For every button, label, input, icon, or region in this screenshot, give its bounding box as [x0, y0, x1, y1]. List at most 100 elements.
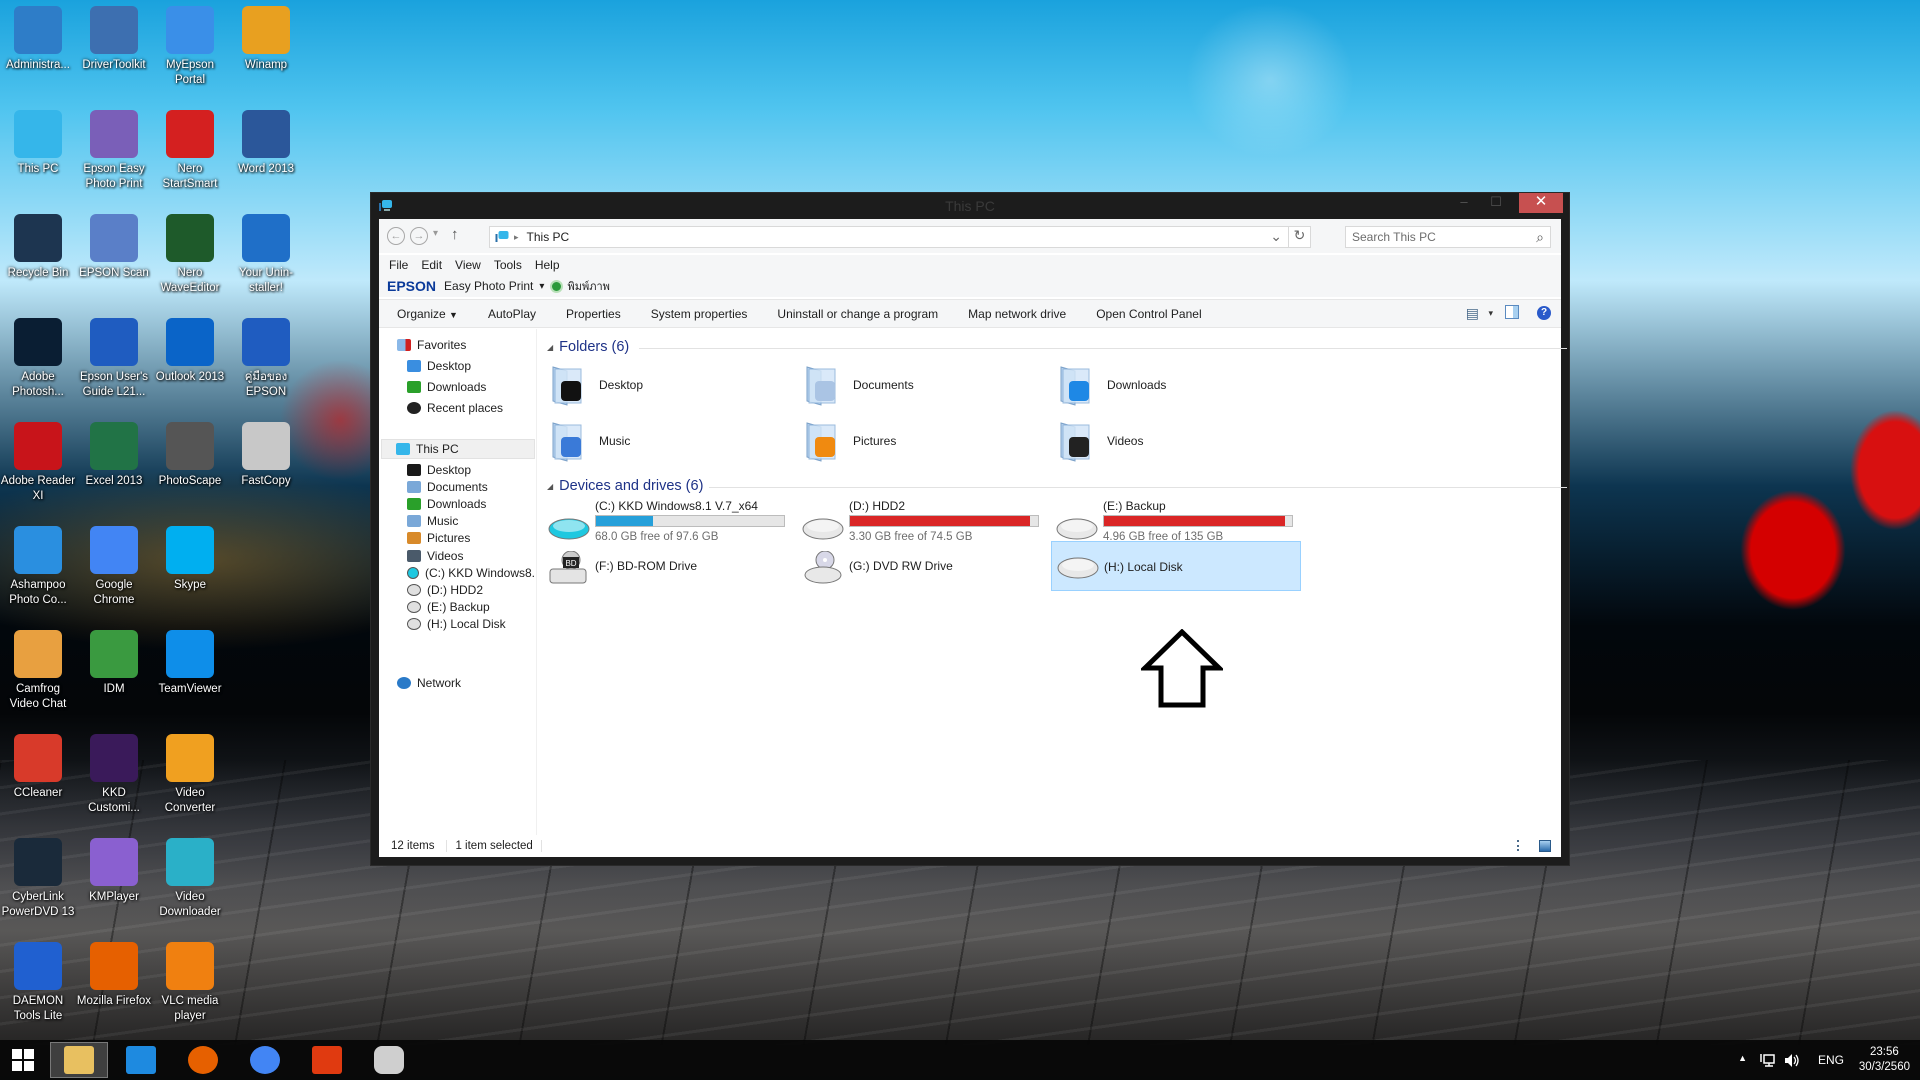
desktop-icon[interactable]: Administra... [0, 6, 76, 73]
nav-favorites-recent-places[interactable]: Recent places [407, 398, 503, 418]
nav-favorites-downloads[interactable]: Downloads [407, 377, 486, 397]
uninstall-program-button[interactable]: Uninstall or change a program [777, 307, 938, 321]
details-view-button[interactable] [1517, 840, 1531, 851]
clock[interactable]: 23:56 30/3/2560 [1859, 1045, 1910, 1075]
desktop-icon[interactable]: TeamViewer [152, 630, 228, 697]
help-button[interactable]: ? [1537, 306, 1551, 320]
menu-edit[interactable]: Edit [421, 258, 442, 272]
drive-tile[interactable]: (G:) DVD RW Drive [797, 541, 1047, 591]
address-bar[interactable]: ▸ This PC ⌄ ↻ [489, 226, 1311, 248]
drive-tile[interactable]: (C:) KKD Windows8.1 V.7_x64 68.0 GB free … [543, 499, 793, 543]
back-button[interactable]: ← [387, 227, 405, 245]
forward-button[interactable]: → [410, 227, 428, 245]
desktop-icon[interactable]: Adobe Photosh... [0, 318, 76, 400]
map-network-drive-button[interactable]: Map network drive [968, 307, 1066, 321]
desktop-icon[interactable]: DriverToolkit [76, 6, 152, 73]
nav-this-pc-item[interactable]: (H:) Local Disk [407, 614, 535, 634]
epson-print-photo-button[interactable]: พิมพ์ภาพ [567, 277, 609, 295]
desktop-icon[interactable]: Recycle Bin [0, 214, 76, 281]
desktop-icon[interactable]: IDM [76, 630, 152, 697]
folders-group-header[interactable]: ◢ Folders (6) [547, 339, 1567, 355]
open-control-panel-button[interactable]: Open Control Panel [1096, 307, 1201, 321]
menu-tools[interactable]: Tools [494, 258, 522, 272]
autoplay-button[interactable]: AutoPlay [488, 307, 536, 321]
title-bar[interactable]: This PC – ☐ ✕ [371, 193, 1569, 219]
drives-group-header[interactable]: ◢ Devices and drives (6) [547, 478, 1567, 494]
desktop-icon[interactable]: MyEpson Portal [152, 6, 228, 88]
desktop-icon[interactable]: Adobe Reader XI [0, 422, 76, 504]
search-icon[interactable]: ⌕ [1536, 227, 1544, 247]
folder-tile[interactable]: Pictures [803, 415, 1043, 467]
taskbar-item[interactable] [112, 1042, 170, 1078]
drive-tile[interactable]: (H:) Local Disk [1051, 541, 1301, 591]
up-button[interactable]: ↑ [451, 226, 459, 243]
desktop-icon[interactable]: Video Downloader [152, 838, 228, 920]
nav-favorites-desktop[interactable]: Desktop [407, 356, 471, 376]
taskbar-item[interactable] [174, 1042, 232, 1078]
menu-help[interactable]: Help [535, 258, 560, 272]
search-input[interactable]: Search This PC ⌕ [1345, 226, 1551, 248]
maximize-button[interactable]: ☐ [1481, 193, 1511, 213]
menu-file[interactable]: File [389, 258, 408, 272]
folder-tile[interactable]: Videos [1057, 415, 1297, 467]
desktop-icon[interactable]: KKD Customi... [76, 734, 152, 816]
desktop-icon[interactable]: Video Converter [152, 734, 228, 816]
view-dropdown-button[interactable]: ▾ [1488, 308, 1493, 319]
address-dropdown-button[interactable]: ⌄ [1270, 228, 1282, 245]
desktop-icon[interactable]: VLC media player [152, 942, 228, 1024]
refresh-button[interactable]: ↻ [1288, 227, 1310, 247]
preview-pane-button[interactable] [1505, 305, 1519, 319]
folder-tile[interactable]: Desktop [549, 359, 789, 411]
desktop-icon[interactable]: Mozilla Firefox [76, 942, 152, 1009]
desktop-icon[interactable]: Nero StartSmart [152, 110, 228, 192]
taskbar-item[interactable] [236, 1042, 294, 1078]
desktop-icon[interactable]: EPSON Scan [76, 214, 152, 281]
folder-tile[interactable]: Downloads [1057, 359, 1297, 411]
drive-tile[interactable]: (E:) Backup 4.96 GB free of 135 GB [1051, 499, 1301, 543]
system-properties-button[interactable]: System properties [651, 307, 748, 321]
change-view-button[interactable]: ▤ [1466, 305, 1479, 322]
desktop-icon[interactable]: This PC [0, 110, 76, 177]
taskbar-item[interactable] [360, 1042, 418, 1078]
desktop-icon[interactable]: Google Chrome [76, 526, 152, 608]
menu-view[interactable]: View [455, 258, 481, 272]
input-language-indicator[interactable]: ENG [1818, 1053, 1844, 1067]
desktop-icon[interactable]: Nero WaveEditor [152, 214, 228, 296]
desktop-icon[interactable]: Ashampoo Photo Co... [0, 526, 76, 608]
desktop-icon[interactable]: Outlook 2013 [152, 318, 228, 385]
folder-tile[interactable]: Music [549, 415, 789, 467]
desktop-icon[interactable]: KMPlayer [76, 838, 152, 905]
minimize-button[interactable]: – [1449, 193, 1479, 213]
desktop-icon[interactable]: Word 2013 [228, 110, 304, 177]
show-hidden-icons-button[interactable]: ▲ [1738, 1053, 1747, 1063]
desktop-icon[interactable]: Camfrog Video Chat [0, 630, 76, 712]
organize-button[interactable]: Organize ▼ [397, 307, 458, 321]
desktop-icon[interactable]: Winamp [228, 6, 304, 73]
nav-this-pc[interactable]: This PC [381, 439, 535, 459]
properties-button[interactable]: Properties [566, 307, 621, 321]
desktop-icon[interactable]: CCleaner [0, 734, 76, 801]
breadcrumb-this-pc[interactable]: This PC [527, 230, 570, 244]
taskbar-item[interactable] [298, 1042, 356, 1078]
drive-tile[interactable]: BD (F:) BD-ROM Drive [543, 541, 793, 591]
folder-tile[interactable]: Documents [803, 359, 1043, 411]
desktop-icon[interactable]: PhotoScape [152, 422, 228, 489]
drive-tile[interactable]: (D:) HDD2 3.30 GB free of 74.5 GB [797, 499, 1047, 543]
desktop-icon[interactable]: FastCopy [228, 422, 304, 489]
desktop-icon[interactable]: Skype [152, 526, 228, 593]
epson-dropdown-button[interactable]: ▾ [539, 281, 544, 292]
desktop-icon[interactable]: CyberLink PowerDVD 13 [0, 838, 76, 920]
nav-favorites[interactable]: Favorites [397, 335, 466, 355]
desktop-icon[interactable]: คู่มือของ EPSON [228, 318, 304, 400]
volume-icon[interactable] [1784, 1053, 1800, 1068]
breadcrumb-separator[interactable]: ▸ [514, 232, 519, 243]
desktop-icon[interactable]: DAEMON Tools Lite [0, 942, 76, 1024]
taskbar-item[interactable] [50, 1042, 108, 1078]
recent-locations-button[interactable]: ▾ [433, 228, 438, 239]
desktop-icon[interactable]: Epson Easy Photo Print [76, 110, 152, 192]
nav-network[interactable]: Network [397, 673, 461, 693]
start-button[interactable] [0, 1042, 46, 1078]
large-icons-view-button[interactable] [1539, 840, 1551, 852]
desktop-icon[interactable]: Excel 2013 [76, 422, 152, 489]
network-status-icon[interactable] [1759, 1053, 1775, 1068]
